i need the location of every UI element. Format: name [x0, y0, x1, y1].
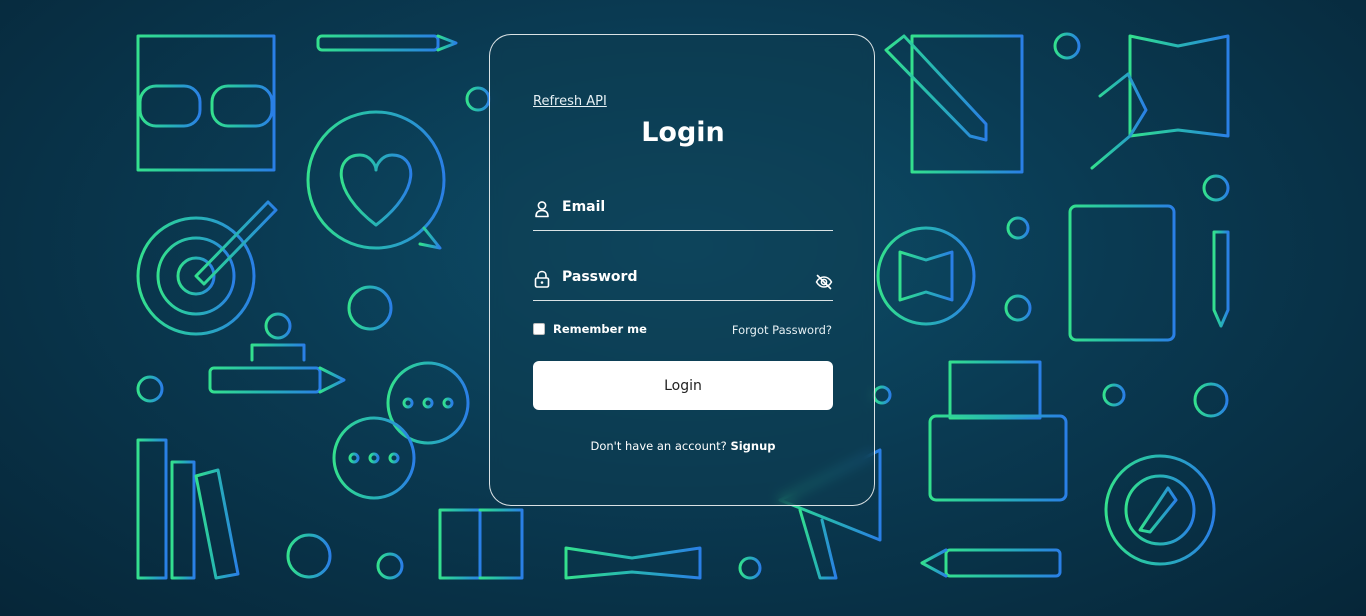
- remember-me: Remember me: [533, 322, 647, 336]
- page-title: Login: [641, 117, 725, 148]
- login-card: Refresh API Login Email Password Remembe…: [489, 34, 875, 506]
- lock-icon: [534, 270, 550, 288]
- forgot-password-link[interactable]: Forgot Password?: [732, 323, 832, 337]
- signup-link[interactable]: Signup: [730, 439, 775, 453]
- email-label: Email: [562, 199, 606, 215]
- password-field[interactable]: Password: [533, 261, 833, 301]
- remember-me-checkbox[interactable]: [533, 323, 545, 335]
- no-account-text: Don't have an account?: [590, 439, 727, 453]
- login-button[interactable]: Login: [533, 361, 833, 410]
- eye-off-icon[interactable]: [815, 273, 833, 291]
- signup-prompt: Don't have an account? Signup: [490, 439, 876, 453]
- remember-me-label: Remember me: [553, 322, 647, 336]
- email-field[interactable]: Email: [533, 191, 833, 231]
- refresh-api-link[interactable]: Refresh API: [533, 94, 607, 109]
- user-icon: [534, 200, 550, 218]
- password-label: Password: [562, 269, 638, 285]
